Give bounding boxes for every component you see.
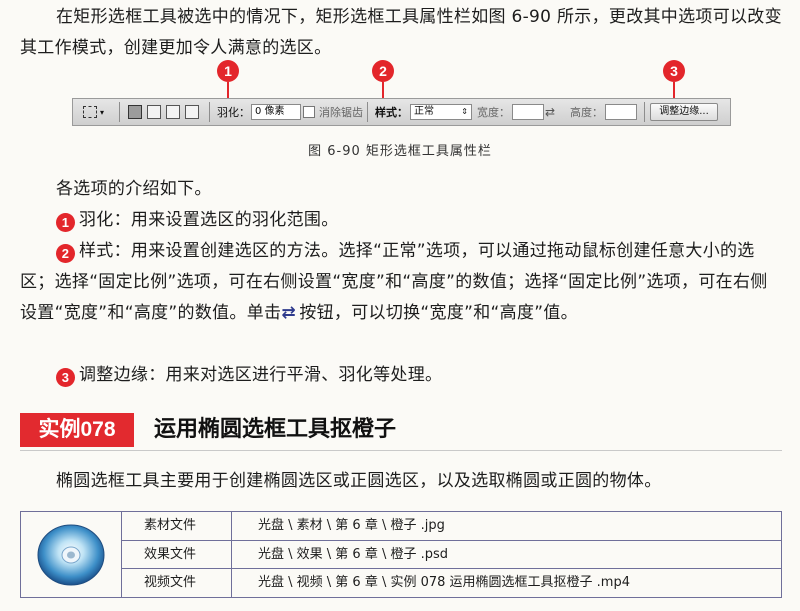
intersect-selection-icon[interactable]: [185, 105, 199, 119]
antialias-label: 消除锯齿: [319, 106, 363, 119]
feather-control: 羽化： 0 像素: [217, 99, 301, 125]
example-badge: 实例078: [20, 413, 134, 447]
option-style: 2 样式：用来设置创建选区的方法。选择“正常”选项，可以通过拖动鼠标创建任意大小的…: [20, 236, 782, 329]
subtract-selection-icon[interactable]: [166, 105, 180, 119]
antialias-control: 消除锯齿: [303, 99, 363, 125]
table-row: 效果文件 光盘 \ 效果 \ 第 6 章 \ 橙子 .psd: [122, 540, 781, 569]
options-intro: 各选项的介绍如下。: [56, 179, 212, 199]
table-row: 素材文件 光盘 \ 素材 \ 第 6 章 \ 橙子 .jpg: [122, 512, 781, 540]
width-control: 宽度：: [477, 99, 544, 125]
width-input[interactable]: [512, 104, 544, 120]
feather-label: 羽化：: [217, 106, 250, 119]
style-control: 样式： 正常 ⇕: [375, 99, 472, 125]
refine-edge-control: 调整边缘...: [650, 99, 718, 125]
swap-icon: ⇄: [281, 303, 296, 323]
feather-input[interactable]: 0 像素: [251, 104, 301, 120]
cd-disc-icon: [21, 512, 122, 597]
height-label: 高度：: [570, 106, 603, 119]
style-select[interactable]: 正常 ⇕: [410, 104, 472, 120]
intro-paragraph: 在矩形选框工具被选中的情况下，矩形选框工具属性栏如图 6-90 所示，更改其中选…: [20, 7, 782, 58]
marquee-tool-preset[interactable]: ▾: [83, 99, 104, 125]
selection-mode-group: [128, 99, 199, 125]
marquee-options-toolbar: ▾ 羽化： 0 像素 消除锯齿 样式： 正常 ⇕ 宽度： ⇄ 高度： 调整边缘.…: [72, 98, 731, 126]
resource-file-table: 素材文件 光盘 \ 素材 \ 第 6 章 \ 橙子 .jpg 效果文件 光盘 \…: [20, 511, 782, 598]
height-control: 高度：: [570, 99, 637, 125]
section-description: 椭圆选框工具主要用于创建椭圆选区或正圆选区，以及选取椭圆或正圆的物体。: [56, 471, 662, 491]
chevron-down-icon: ▾: [100, 107, 105, 117]
swap-icon[interactable]: ⇄: [545, 99, 555, 125]
width-label: 宽度：: [477, 106, 510, 119]
antialias-checkbox[interactable]: [303, 106, 315, 118]
section-divider: [20, 450, 782, 451]
section-title: 运用椭圆选框工具抠橙子: [154, 417, 397, 442]
refine-edge-button[interactable]: 调整边缘...: [650, 103, 718, 121]
select-arrow-icon: ⇕: [461, 107, 468, 116]
add-selection-icon[interactable]: [147, 105, 161, 119]
marquee-icon: [83, 106, 97, 118]
option-feather: 1 羽化：用来设置选区的羽化范围。: [20, 205, 782, 236]
table-row: 视频文件 光盘 \ 视频 \ 第 6 章 \ 实例 078 运用椭圆选框工具抠橙…: [122, 568, 781, 597]
height-input[interactable]: [605, 104, 637, 120]
style-label: 样式：: [375, 106, 408, 119]
option-refine-edge: 3 调整边缘：用来对选区进行平滑、羽化等处理。: [20, 360, 782, 391]
new-selection-icon[interactable]: [128, 105, 142, 119]
figure-caption: 图 6-90 矩形选框工具属性栏: [308, 144, 492, 159]
